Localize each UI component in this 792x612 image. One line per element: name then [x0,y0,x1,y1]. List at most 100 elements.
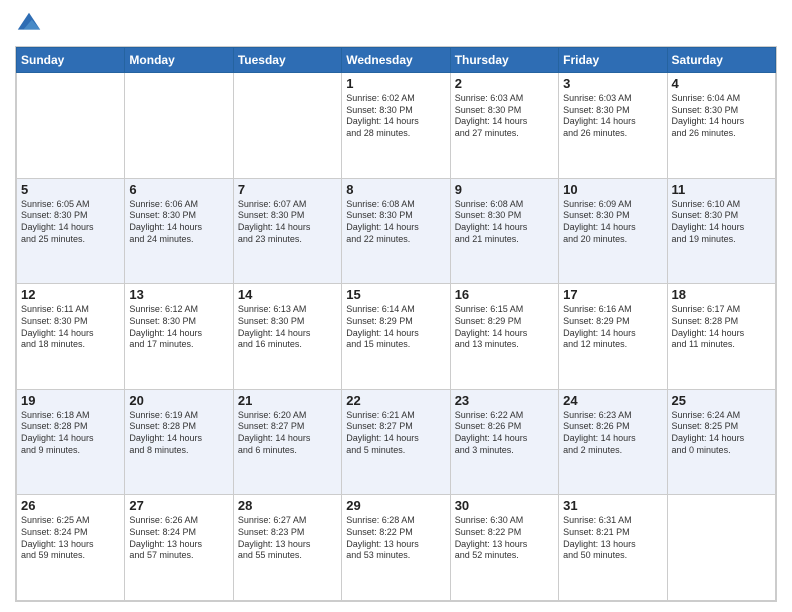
day-number-22: 22 [346,393,445,408]
weekday-row: SundayMondayTuesdayWednesdayThursdayFrid… [17,48,776,73]
day-number-2: 2 [455,76,554,91]
day-info-6: Sunrise: 6:06 AM Sunset: 8:30 PM Dayligh… [129,199,228,246]
weekday-header-wednesday: Wednesday [342,48,450,73]
day-number-4: 4 [672,76,771,91]
day-number-17: 17 [563,287,662,302]
day-cell-3: 3Sunrise: 6:03 AM Sunset: 8:30 PM Daylig… [559,73,667,179]
day-cell-23: 23Sunrise: 6:22 AM Sunset: 8:26 PM Dayli… [450,389,558,495]
day-info-31: Sunrise: 6:31 AM Sunset: 8:21 PM Dayligh… [563,515,662,562]
day-cell-26: 26 Sunrise: 6:25 AM Sunset: 8:24 PM Dayli… [17,495,125,601]
empty-cell [667,495,775,601]
weekday-header-monday: Monday [125,48,233,73]
week-row-4: 19Sunrise: 6:18 AM Sunset: 8:28 PM Dayli… [17,389,776,495]
day-number-5: 5 [21,182,120,197]
day-cell-14: 14 Sunrise: 6:13 AM Sunset: 8:30 PM Dayli… [233,284,341,390]
day-cell-25: 25 Sunrise: 6:24 AM Sunset: 8:25 PM Dayli… [667,389,775,495]
empty-cell [233,73,341,179]
day-info-25: Sunrise: 6:24 AM Sunset: 8:25 PM Dayligh… [672,410,771,457]
day-cell-9: 9 Sunrise: 6:08 AM Sunset: 8:30 PM Daylig… [450,178,558,284]
week-row-5: 26 Sunrise: 6:25 AM Sunset: 8:24 PM Dayli… [17,495,776,601]
weekday-header-tuesday: Tuesday [233,48,341,73]
logo-icon [15,10,43,38]
empty-cell [125,73,233,179]
day-info-19: Sunrise: 6:18 AM Sunset: 8:28 PM Dayligh… [21,410,120,457]
week-row-1: 1 Sunrise: 6:02 AM Sunset: 8:30 PM Daylig… [17,73,776,179]
day-number-28: 28 [238,498,337,513]
day-number-31: 31 [563,498,662,513]
day-number-21: 21 [238,393,337,408]
day-info-5: Sunrise: 6:05 AM Sunset: 8:30 PM Dayligh… [21,199,120,246]
day-number-30: 30 [455,498,554,513]
day-cell-31: 31 Sunrise: 6:31 AM Sunset: 8:21 PM Dayli… [559,495,667,601]
day-info-29: Sunrise: 6:28 AM Sunset: 8:22 PM Dayligh… [346,515,445,562]
day-cell-19: 19Sunrise: 6:18 AM Sunset: 8:28 PM Dayli… [17,389,125,495]
day-cell-30: 30 Sunrise: 6:30 AM Sunset: 8:22 PM Dayli… [450,495,558,601]
weekday-header-friday: Friday [559,48,667,73]
day-info-12: Sunrise: 6:11 AM Sunset: 8:30 PM Dayligh… [21,304,120,351]
day-cell-20: 20 Sunrise: 6:19 AM Sunset: 8:28 PM Dayli… [125,389,233,495]
page: SundayMondayTuesdayWednesdayThursdayFrid… [0,0,792,612]
day-info-28: Sunrise: 6:27 AM Sunset: 8:23 PM Dayligh… [238,515,337,562]
day-number-16: 16 [455,287,554,302]
day-number-1: 1 [346,76,445,91]
day-info-18: Sunrise: 6:17 AM Sunset: 8:28 PM Dayligh… [672,304,771,351]
day-number-7: 7 [238,182,337,197]
calendar-table: SundayMondayTuesdayWednesdayThursdayFrid… [16,47,776,601]
day-info-21: Sunrise: 6:20 AM Sunset: 8:27 PM Dayligh… [238,410,337,457]
day-info-10: Sunrise: 6:09 AM Sunset: 8:30 PM Dayligh… [563,199,662,246]
weekday-header-sunday: Sunday [17,48,125,73]
day-cell-18: 18Sunrise: 6:17 AM Sunset: 8:28 PM Dayli… [667,284,775,390]
day-info-4: Sunrise: 6:04 AM Sunset: 8:30 PM Dayligh… [672,93,771,140]
day-cell-15: 15 Sunrise: 6:14 AM Sunset: 8:29 PM Dayli… [342,284,450,390]
day-number-13: 13 [129,287,228,302]
calendar: SundayMondayTuesdayWednesdayThursdayFrid… [15,46,777,602]
week-row-2: 5 Sunrise: 6:05 AM Sunset: 8:30 PM Daylig… [17,178,776,284]
day-info-1: Sunrise: 6:02 AM Sunset: 8:30 PM Dayligh… [346,93,445,140]
day-cell-24: 24 Sunrise: 6:23 AM Sunset: 8:26 PM Dayli… [559,389,667,495]
day-info-11: Sunrise: 6:10 AM Sunset: 8:30 PM Dayligh… [672,199,771,246]
day-number-14: 14 [238,287,337,302]
day-cell-12: 12 Sunrise: 6:11 AM Sunset: 8:30 PM Dayli… [17,284,125,390]
day-cell-7: 7Sunrise: 6:07 AM Sunset: 8:30 PM Daylig… [233,178,341,284]
day-info-27: Sunrise: 6:26 AM Sunset: 8:24 PM Dayligh… [129,515,228,562]
day-number-29: 29 [346,498,445,513]
day-cell-2: 2 Sunrise: 6:03 AM Sunset: 8:30 PM Daylig… [450,73,558,179]
day-number-26: 26 [21,498,120,513]
day-info-24: Sunrise: 6:23 AM Sunset: 8:26 PM Dayligh… [563,410,662,457]
day-info-23: Sunrise: 6:22 AM Sunset: 8:26 PM Dayligh… [455,410,554,457]
day-cell-11: 11 Sunrise: 6:10 AM Sunset: 8:30 PM Dayli… [667,178,775,284]
day-number-12: 12 [21,287,120,302]
calendar-body: 1 Sunrise: 6:02 AM Sunset: 8:30 PM Daylig… [17,73,776,601]
day-info-30: Sunrise: 6:30 AM Sunset: 8:22 PM Dayligh… [455,515,554,562]
day-info-15: Sunrise: 6:14 AM Sunset: 8:29 PM Dayligh… [346,304,445,351]
day-number-9: 9 [455,182,554,197]
day-info-20: Sunrise: 6:19 AM Sunset: 8:28 PM Dayligh… [129,410,228,457]
day-cell-22: 22 Sunrise: 6:21 AM Sunset: 8:27 PM Dayli… [342,389,450,495]
day-cell-16: 16Sunrise: 6:15 AM Sunset: 8:29 PM Dayli… [450,284,558,390]
day-number-25: 25 [672,393,771,408]
day-cell-17: 17 Sunrise: 6:16 AM Sunset: 8:29 PM Dayli… [559,284,667,390]
day-number-11: 11 [672,182,771,197]
day-number-20: 20 [129,393,228,408]
header [15,10,777,38]
empty-cell [17,73,125,179]
day-number-3: 3 [563,76,662,91]
day-cell-4: 4 Sunrise: 6:04 AM Sunset: 8:30 PM Daylig… [667,73,775,179]
day-info-8: Sunrise: 6:08 AM Sunset: 8:30 PM Dayligh… [346,199,445,246]
day-info-26: Sunrise: 6:25 AM Sunset: 8:24 PM Dayligh… [21,515,120,562]
day-number-8: 8 [346,182,445,197]
day-cell-6: 6 Sunrise: 6:06 AM Sunset: 8:30 PM Daylig… [125,178,233,284]
day-info-9: Sunrise: 6:08 AM Sunset: 8:30 PM Dayligh… [455,199,554,246]
day-number-15: 15 [346,287,445,302]
day-info-17: Sunrise: 6:16 AM Sunset: 8:29 PM Dayligh… [563,304,662,351]
day-info-2: Sunrise: 6:03 AM Sunset: 8:30 PM Dayligh… [455,93,554,140]
weekday-header-thursday: Thursday [450,48,558,73]
day-info-14: Sunrise: 6:13 AM Sunset: 8:30 PM Dayligh… [238,304,337,351]
day-number-27: 27 [129,498,228,513]
day-cell-13: 13Sunrise: 6:12 AM Sunset: 8:30 PM Dayli… [125,284,233,390]
day-number-24: 24 [563,393,662,408]
day-info-22: Sunrise: 6:21 AM Sunset: 8:27 PM Dayligh… [346,410,445,457]
day-number-6: 6 [129,182,228,197]
day-cell-10: 10Sunrise: 6:09 AM Sunset: 8:30 PM Dayli… [559,178,667,284]
day-cell-28: 28 Sunrise: 6:27 AM Sunset: 8:23 PM Dayli… [233,495,341,601]
